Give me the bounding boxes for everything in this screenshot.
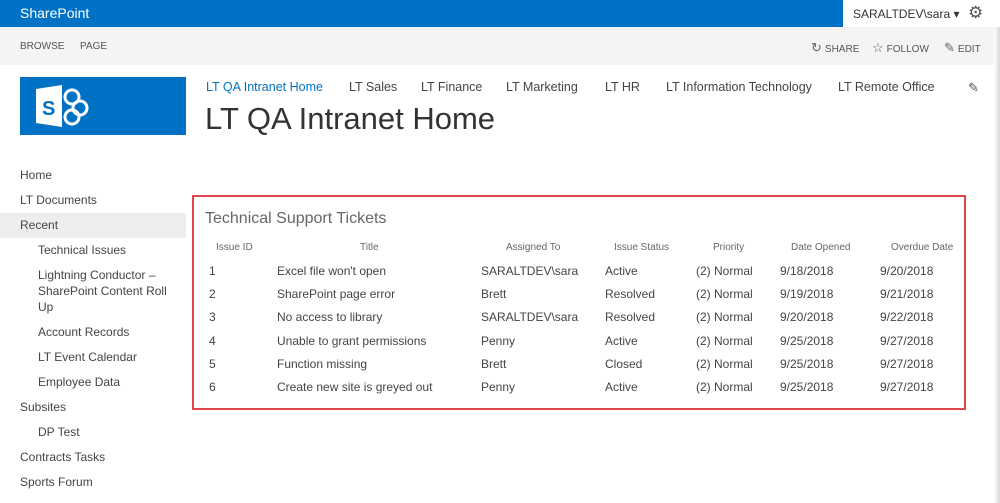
- edit-label: EDIT: [957, 44, 981, 55]
- cell-assigned-to: Penny: [481, 333, 516, 348]
- table-row[interactable]: 6 Create new site is greyed out Penny Activ…: [0, 380, 1000, 400]
- cell-overdue-date: 9/27/2018: [880, 333, 934, 348]
- site-logo[interactable]: S: [20, 77, 186, 135]
- topnav-lt-information-technology[interactable]: LT Information Technology: [666, 80, 812, 94]
- cell-issue-id: 4: [209, 333, 216, 348]
- cell-title[interactable]: Unable to grant permissions: [277, 334, 426, 348]
- cell-date-opened: 9/25/2018: [780, 380, 834, 394]
- cell-title[interactable]: No access to library: [277, 310, 382, 324]
- topnav-lt-marketing[interactable]: LT Marketing: [506, 80, 578, 94]
- svg-text:S: S: [42, 98, 55, 120]
- cell-issue-status: Resolved: [605, 287, 656, 302]
- nav-sports-forum[interactable]: Sports Forum: [0, 470, 186, 495]
- column-header-date-opened[interactable]: Date Opened: [791, 242, 851, 253]
- webpart-title[interactable]: Technical Support Tickets: [205, 210, 386, 228]
- column-header-issue-id[interactable]: Issue ID: [216, 242, 253, 253]
- star-icon: ☆: [872, 40, 884, 55]
- page-title: LT QA Intranet Home: [205, 101, 496, 136]
- gear-icon[interactable]: ⚙: [968, 3, 983, 23]
- cell-issue-status: Active: [605, 333, 638, 348]
- nav-home[interactable]: Home: [0, 163, 186, 188]
- nav-recent[interactable]: Recent: [0, 213, 186, 238]
- table-row[interactable]: 2 SharePoint page error Brett Resolved (2) N…: [0, 287, 1000, 307]
- cell-issue-id: 6: [209, 380, 216, 394]
- share-icon: ↻: [811, 40, 822, 55]
- cell-assigned-to: Brett: [481, 356, 507, 371]
- table-row[interactable]: 5 Function missing Brett Closed (2) Normal 9/…: [0, 357, 1000, 377]
- table-row[interactable]: 3 No access to library SARALTDEV\sara Resol…: [0, 310, 1000, 330]
- table-row[interactable]: 4 Unable to grant permissions Penny Active (…: [0, 334, 1000, 354]
- cell-priority: (2) Normal: [696, 264, 753, 278]
- cell-priority: (2) Normal: [696, 380, 753, 394]
- edit-button[interactable]: ✎ EDIT: [944, 40, 981, 56]
- cell-issue-status: Active: [605, 264, 638, 278]
- cell-title[interactable]: Create new site is greyed out: [277, 380, 432, 394]
- cell-date-opened: 9/20/2018: [780, 310, 834, 325]
- cell-issue-id: 1: [209, 264, 216, 278]
- follow-label: FOLLOW: [886, 44, 929, 55]
- cell-overdue-date: 9/21/2018: [880, 287, 934, 302]
- topnav-lt-hr[interactable]: LT HR: [605, 80, 640, 94]
- cell-date-opened: 9/19/2018: [780, 287, 834, 302]
- cell-assigned-to: Penny: [481, 380, 516, 394]
- table-row[interactable]: 1 Excel file won't open SARALTDEV\sara Acti…: [0, 264, 1000, 284]
- cell-issue-status: Closed: [605, 356, 643, 371]
- column-header-issue-status[interactable]: Issue Status: [614, 242, 669, 253]
- cell-title[interactable]: Function missing: [277, 357, 367, 371]
- cell-title[interactable]: SharePoint page error: [277, 287, 395, 301]
- user-menu[interactable]: SARALTDEV\sara ▾: [853, 7, 960, 21]
- table-header: Issue ID Title Assigned To Issue Status Prio…: [0, 242, 1000, 262]
- pencil-icon: ✎: [944, 40, 955, 55]
- topnav-lt-finance[interactable]: LT Finance: [421, 80, 482, 94]
- cell-priority: (2) Normal: [696, 356, 753, 371]
- suite-bar: SharePoint: [0, 0, 843, 27]
- sharepoint-logo-icon: S: [36, 85, 89, 127]
- nav-contracts-tasks[interactable]: Contracts Tasks: [0, 445, 186, 470]
- cell-overdue-date: 9/27/2018: [880, 356, 934, 371]
- cell-assigned-to: Brett: [481, 287, 507, 302]
- page-shadow: [994, 27, 1000, 503]
- cell-date-opened: 9/25/2018: [780, 356, 834, 371]
- cell-issue-id: 2: [209, 287, 216, 302]
- tab-page[interactable]: PAGE: [80, 41, 107, 52]
- cell-issue-id: 5: [209, 356, 216, 371]
- cell-overdue-date: 9/22/2018: [880, 310, 934, 325]
- cell-date-opened: 9/25/2018: [780, 333, 834, 348]
- topnav-lt-remote-office[interactable]: LT Remote Office: [838, 80, 935, 94]
- cell-overdue-date: 9/27/2018: [880, 380, 934, 394]
- cell-assigned-to: SARALTDEV\sara: [481, 310, 579, 325]
- cell-issue-status: Resolved: [605, 310, 656, 325]
- column-header-title[interactable]: Title: [360, 242, 379, 253]
- cell-title[interactable]: Excel file won't open: [277, 264, 386, 278]
- cell-overdue-date: 9/20/2018: [880, 264, 934, 278]
- nav-lt-documents[interactable]: LT Documents: [0, 188, 186, 213]
- share-label: SHARE: [824, 44, 860, 55]
- topnav-lt-sales[interactable]: LT Sales: [349, 80, 397, 94]
- cell-priority: (2) Normal: [696, 310, 753, 325]
- edit-links-pencil-icon[interactable]: ✎: [968, 80, 979, 96]
- share-button[interactable]: ↻ SHARE: [811, 40, 859, 56]
- cell-priority: (2) Normal: [696, 287, 753, 302]
- cell-date-opened: 9/18/2018: [780, 264, 834, 278]
- cell-assigned-to: SARALTDEV\sara: [481, 264, 579, 278]
- topnav-lt-qa-intranet-home[interactable]: LT QA Intranet Home: [206, 80, 323, 94]
- nav-dp-test[interactable]: DP Test: [0, 420, 186, 445]
- column-header-assigned-to[interactable]: Assigned To: [506, 242, 560, 253]
- column-header-priority[interactable]: Priority: [713, 242, 744, 253]
- cell-priority: (2) Normal: [696, 333, 753, 348]
- tab-browse[interactable]: BROWSE: [20, 41, 64, 52]
- cell-issue-status: Active: [605, 380, 638, 394]
- follow-button[interactable]: ☆ FOLLOW: [872, 40, 929, 56]
- column-header-overdue-date[interactable]: Overdue Date: [891, 242, 953, 253]
- sharepoint-brand-link[interactable]: SharePoint: [20, 5, 89, 21]
- cell-issue-id: 3: [209, 310, 216, 325]
